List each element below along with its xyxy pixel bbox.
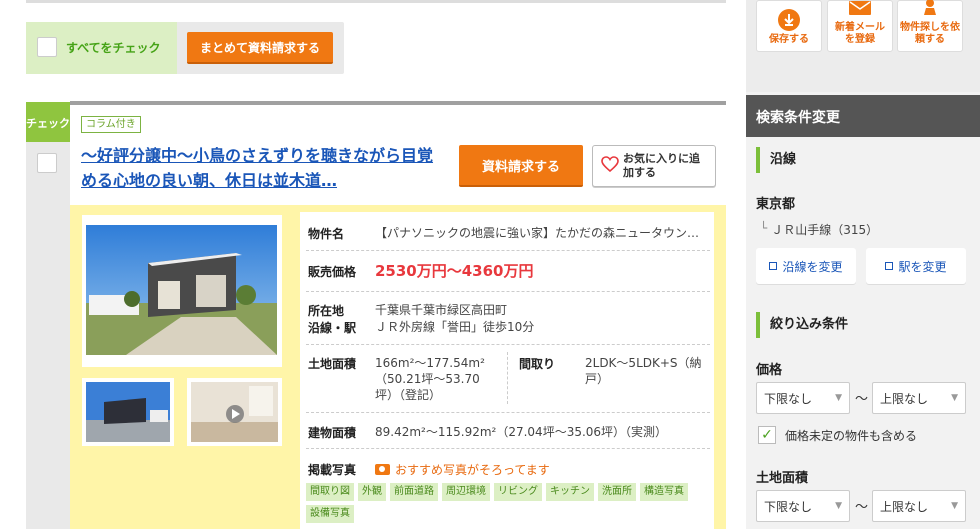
request-info-button[interactable]: 資料請求する (459, 145, 583, 187)
land-min-select[interactable]: 下限なし ▼ (756, 490, 850, 522)
change-station-label: 駅を変更 (898, 259, 947, 274)
price-label: 販売価格 (308, 265, 357, 279)
photo-tag: 間取り図 (306, 483, 354, 501)
check-all-label[interactable]: すべてをチェック (66, 39, 160, 56)
row-divider (306, 412, 710, 413)
price-min-value: 下限なし (764, 391, 813, 406)
price-value: 2530万円～4360万円 (375, 262, 534, 280)
layout-label: 間取り (519, 357, 556, 371)
card-top-border (70, 101, 726, 105)
price-max-value: 上限なし (880, 391, 929, 406)
save-search-button[interactable]: 保存する (756, 0, 822, 52)
line-value: ＪＲ外房線「誉田」徒歩10分 (375, 320, 535, 334)
photo-tag: 構造写真 (640, 483, 688, 501)
land-label: 土地面積 (308, 357, 357, 371)
save-label: 保存する (769, 34, 809, 45)
property-info-table: 物件名 【パナソニックの地震に強い家】たかだの森ニュータウン… 販売価格 253… (300, 212, 714, 529)
line-label: 沿線・駅 (308, 321, 357, 335)
column-badge: コラム付き (81, 116, 141, 133)
change-station-button[interactable]: 駅を変更 (866, 248, 966, 284)
external-icon (885, 262, 894, 270)
prefecture-label: 東京都 (756, 197, 796, 212)
address-label: 所在地 (308, 304, 345, 318)
name-value: 【パナソニックの地震に強い家】たかだの森ニュータウン… (375, 226, 700, 240)
photos-note: おすすめ写真がそろってます (375, 461, 550, 478)
photos-note-text: おすすめ写真がそろってます (395, 463, 550, 477)
request-agent-button[interactable]: 物件探しを依頼する (897, 0, 963, 52)
row-divider (306, 344, 710, 345)
line-item-text: ＪＲ山手線（315） (771, 223, 879, 237)
photo-tag: リビング (494, 483, 542, 501)
layout-value: 2LDK～5LDK+S（納戸） (585, 356, 702, 386)
include-undecided-label[interactable]: 価格未定の物件も含める (785, 427, 917, 444)
external-icon (769, 262, 778, 270)
price-min-select[interactable]: 下限なし ▼ (756, 382, 850, 414)
bulk-request-button[interactable]: まとめて資料請求する (187, 32, 333, 64)
photo-tag: 周辺環境 (442, 483, 490, 501)
thumbnail-movie[interactable] (187, 378, 282, 446)
card-checkbox[interactable] (37, 153, 57, 173)
request-agent-label: 物件探しを依頼する (900, 22, 960, 45)
land-max-select[interactable]: 上限なし ▼ (872, 490, 966, 522)
camera-icon (375, 464, 390, 475)
chevron-down-icon: ▼ (951, 501, 958, 511)
line-item: └ ＪＲ山手線（315） (760, 221, 878, 238)
house-photo (86, 225, 277, 355)
thumbnail-exterior[interactable] (82, 378, 174, 446)
land-value: 166m²～177.54m²（50.21坪～53.70坪）（登記） (375, 356, 485, 402)
change-line-label: 沿線を変更 (782, 259, 843, 274)
download-icon (778, 9, 800, 31)
photo-tag: 外観 (358, 483, 386, 501)
mail-icon (849, 1, 871, 19)
checkmark-icon: ✓ (761, 427, 773, 443)
land-filter-title: 土地面積 (756, 471, 809, 486)
person-icon (922, 0, 938, 19)
photo-tag: 前面道路 (390, 483, 438, 501)
page-root: すべてをチェック まとめて資料請求する チェック コラム付き ～好評分譲中～小鳥… (0, 0, 980, 529)
check-all-checkbox[interactable] (37, 37, 57, 57)
photos-label: 掲載写真 (308, 463, 357, 477)
row-divider (306, 291, 710, 292)
filter-section-heading: 絞り込み条件 (756, 312, 966, 338)
line-section-heading: 沿線 (756, 147, 966, 173)
tree-branch-icon: └ (760, 221, 768, 235)
column-divider (507, 352, 508, 404)
price-filter-title: 価格 (756, 363, 783, 378)
name-label: 物件名 (308, 227, 345, 241)
row-divider (306, 250, 710, 251)
search-change-header: 検索条件変更 (746, 95, 980, 137)
new-mail-button[interactable]: 新着メールを登録 (827, 0, 893, 52)
price-range-separator: ～ (855, 392, 869, 407)
photo-tag: 設備写真 (306, 505, 354, 523)
property-title-link[interactable]: ～好評分譲中～小鳥のさえずりを聴きながら目覚める心地の良い朝、休日は並木道… (81, 143, 441, 193)
photo-tag: 洗面所 (598, 483, 636, 501)
favorite-button[interactable]: お気に入りに追加する (592, 145, 716, 187)
new-mail-label: 新着メールを登録 (835, 22, 885, 45)
land-max-value: 上限なし (880, 499, 929, 514)
land-range-separator: ～ (855, 500, 869, 515)
row-divider (306, 448, 710, 449)
price-max-select[interactable]: 上限なし ▼ (872, 382, 966, 414)
include-undecided-checkbox[interactable]: ✓ (758, 426, 776, 444)
photo-tag: キッチン (546, 483, 594, 501)
change-line-button[interactable]: 沿線を変更 (756, 248, 856, 284)
heart-icon (601, 156, 619, 176)
main-photo-frame[interactable] (82, 215, 282, 367)
check-badge: チェック (26, 102, 70, 142)
top-divider (26, 0, 726, 3)
chevron-down-icon: ▼ (835, 393, 842, 403)
chevron-down-icon: ▼ (951, 393, 958, 403)
interior-movie-thumbnail (191, 382, 278, 442)
building-value: 89.42m²～115.92m²（27.04坪～35.06坪）（実測） (375, 425, 668, 439)
land-min-value: 下限なし (764, 499, 813, 514)
address-value: 千葉県千葉市緑区高田町 (375, 303, 508, 317)
exterior-thumbnail-image (86, 382, 170, 442)
favorite-label: お気に入りに追加する (623, 152, 700, 179)
photo-tag-list: 間取り図 外観 前面道路 周辺環境 リビング キッチン 洗面所 構造写真設備写真 (306, 483, 710, 523)
chevron-down-icon: ▼ (835, 501, 842, 511)
building-label: 建物面積 (308, 426, 357, 440)
